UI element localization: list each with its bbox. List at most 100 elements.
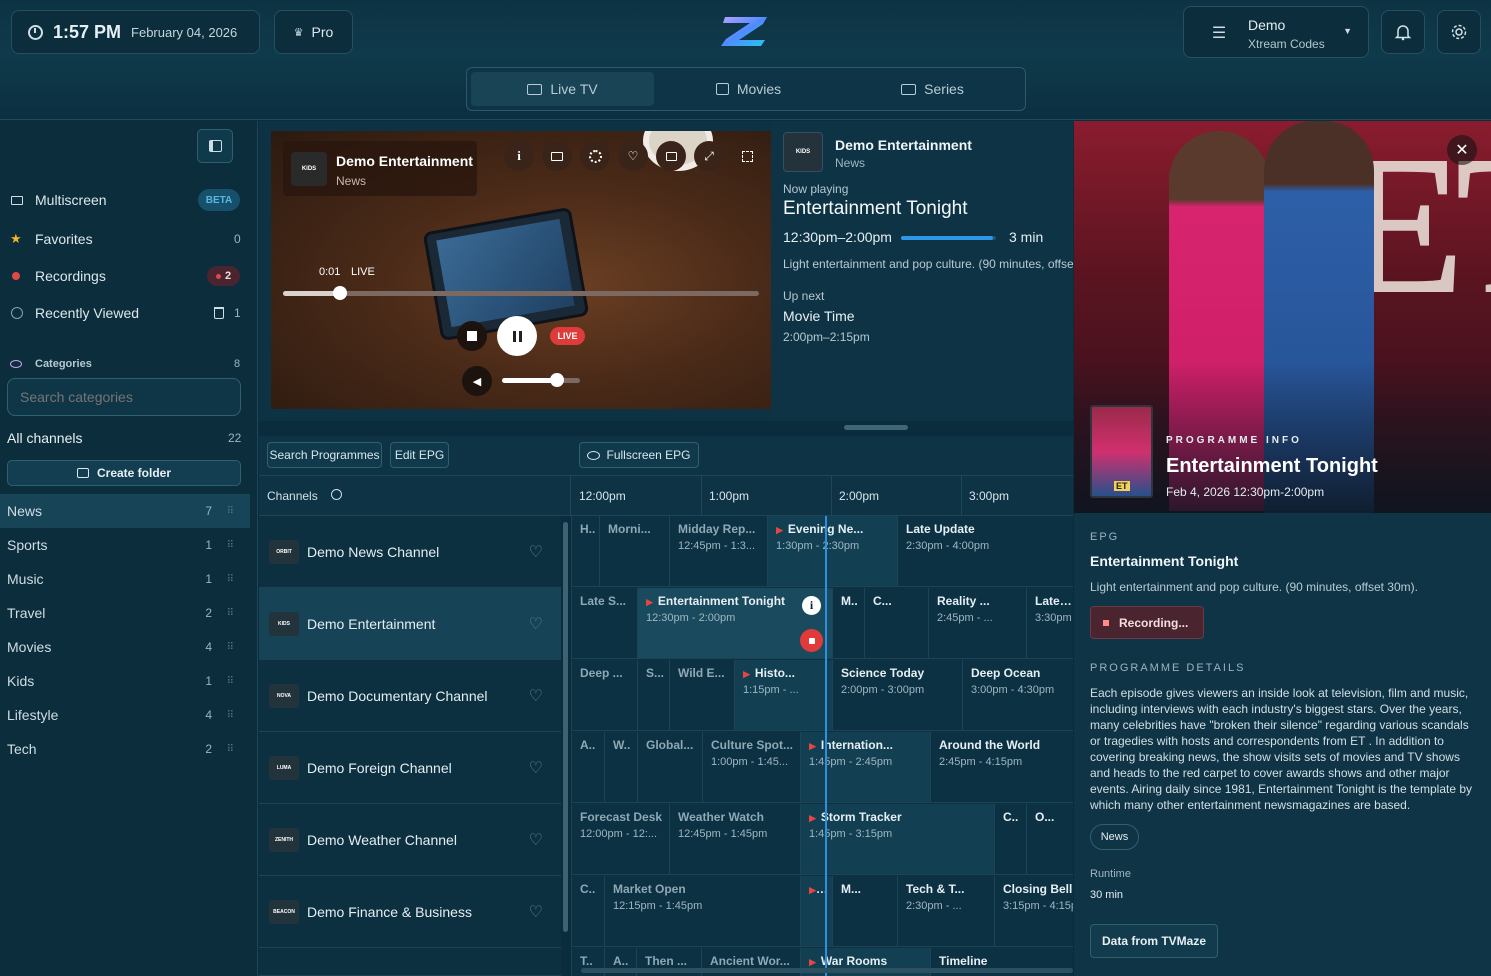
sidebar-category-news[interactable]: News 7 ⠿ xyxy=(0,494,250,528)
drag-handle-icon[interactable]: ⠿ xyxy=(227,608,234,619)
programme-cell[interactable]: Deep ... xyxy=(571,660,637,731)
drag-handle-icon[interactable]: ⠿ xyxy=(227,574,234,585)
programme-cell[interactable]: C.. xyxy=(571,876,604,947)
search-programmes-button[interactable]: Search Programmes xyxy=(267,442,382,468)
pause-button[interactable] xyxy=(497,316,537,356)
sidebar-item-recordings[interactable]: Recordings 2 xyxy=(0,259,250,293)
drag-handle-icon[interactable]: ⠿ xyxy=(227,710,234,721)
trash-icon[interactable] xyxy=(214,307,224,319)
video-player[interactable]: KIDS Demo Entertainment News i ♡ ⤢ 0:01 … xyxy=(271,131,771,409)
programme-cell[interactable]: A.. xyxy=(571,732,604,803)
sidebar-item-recently-viewed[interactable]: Recently Viewed 1 xyxy=(0,296,250,330)
genre-chip[interactable]: News xyxy=(1090,824,1139,850)
pip-button[interactable] xyxy=(656,141,686,171)
tab-live-tv[interactable]: Live TV xyxy=(471,72,654,106)
category-search-input[interactable] xyxy=(7,378,241,416)
volume-thumb[interactable] xyxy=(549,373,564,387)
tvmaze-button[interactable]: Data from TVMaze xyxy=(1090,924,1218,958)
drag-handle-icon[interactable]: ⠿ xyxy=(227,744,234,755)
player-settings-button[interactable] xyxy=(580,141,610,171)
search-icon[interactable] xyxy=(331,489,342,500)
programme-cell[interactable]: ▶ Evening Ne... 1:30pm - 2:30pm xyxy=(767,516,897,587)
programme-cell[interactable]: M.. xyxy=(832,588,864,659)
mute-button[interactable]: ◀ xyxy=(462,366,492,396)
programme-cell[interactable]: Forecast Desk 12:00pm - 12:... xyxy=(571,804,669,875)
programme-cell[interactable]: Tech & T... 2:30pm - ... xyxy=(897,876,994,947)
programme-cell[interactable]: Science Today 2:00pm - 3:00pm xyxy=(832,660,962,731)
programme-cell[interactable]: Global... xyxy=(637,732,702,803)
programme-cell[interactable]: C.. xyxy=(994,804,1026,875)
volume-slider[interactable] xyxy=(502,373,580,387)
programme-cell[interactable]: Culture Spot... 1:00pm - 1:45... xyxy=(702,732,800,803)
favorite-button[interactable]: ♡ xyxy=(618,141,648,171)
sidebar-item-multiscreen[interactable]: Multiscreen BETA xyxy=(0,183,250,217)
stop-button[interactable] xyxy=(457,321,487,351)
resize-handle[interactable] xyxy=(844,425,908,430)
heart-icon[interactable]: ♡ xyxy=(529,542,543,562)
create-folder-button[interactable]: Create folder xyxy=(7,460,241,486)
channels-scrollbar[interactable] xyxy=(563,522,568,932)
programme-cell[interactable]: Closing Bell 3:15pm - 4:15p xyxy=(994,876,1073,947)
tab-series[interactable]: Series xyxy=(841,72,1024,106)
edit-epg-button[interactable]: Edit EPG xyxy=(390,442,449,468)
programme-cell[interactable]: H.. xyxy=(571,516,599,587)
programme-cell[interactable]: Deep Ocean 3:00pm - 4:30pm xyxy=(962,660,1073,731)
seek-bar-thumb[interactable] xyxy=(333,286,348,300)
aspect-button[interactable] xyxy=(542,141,572,171)
collapse-sidebar-button[interactable] xyxy=(197,129,233,163)
seek-bar[interactable] xyxy=(283,286,759,300)
programme-cell[interactable]: C... xyxy=(864,588,928,659)
programme-cell[interactable]: ▶ Histo... 1:15pm - ... xyxy=(734,660,832,731)
channel-row[interactable] xyxy=(259,948,561,976)
profile-switcher[interactable]: ☰ Demo Xtream Codes ▼ xyxy=(1183,6,1369,58)
channel-row[interactable]: ORBIT Demo News Channel ♡ xyxy=(259,516,561,588)
programme-cell[interactable]: Weather Watch 12:45pm - 1:45pm xyxy=(669,804,800,875)
programme-cell[interactable]: Around the World 2:45pm - 4:15pm xyxy=(930,732,1073,803)
channel-row[interactable]: ZENITH Demo Weather Channel ♡ xyxy=(259,804,561,876)
channel-row[interactable]: NOVA Demo Documentary Channel ♡ xyxy=(259,660,561,732)
programme-cell[interactable]: Market Open 12:15pm - 1:45pm xyxy=(604,876,800,947)
pro-button[interactable]: ♛ Pro xyxy=(274,10,353,54)
heart-icon[interactable]: ♡ xyxy=(529,830,543,850)
programme-cell[interactable]: Morni... xyxy=(599,516,669,587)
programme-cell[interactable]: ▶ Internation... 1:45pm - 2:45pm xyxy=(800,732,930,803)
info-icon[interactable]: i xyxy=(802,596,821,615)
programme-cell[interactable]: Late Update 2:30pm - 4:00pm xyxy=(897,516,1073,587)
programme-cell[interactable]: M... xyxy=(832,876,897,947)
drag-handle-icon[interactable]: ⠿ xyxy=(227,676,234,687)
sidebar-category-movies[interactable]: Movies 4 ⠿ xyxy=(0,630,250,664)
channel-row[interactable]: KIDS Demo Entertainment ♡ xyxy=(259,588,561,660)
programme-cell[interactable]: Late Sh 3:30pm xyxy=(1026,588,1073,659)
sidebar-category-travel[interactable]: Travel 2 ⠿ xyxy=(0,596,250,630)
drag-handle-icon[interactable]: ⠿ xyxy=(227,642,234,653)
sidebar-category-sports[interactable]: Sports 1 ⠿ xyxy=(0,528,250,562)
settings-button[interactable] xyxy=(1437,10,1481,54)
heart-icon[interactable]: ♡ xyxy=(529,614,543,634)
close-button[interactable]: ✕ xyxy=(1447,135,1477,165)
recording-button[interactable]: Recording... xyxy=(1090,606,1204,639)
programme-cell[interactable]: W.. xyxy=(604,732,637,803)
programme-cell[interactable]: Late S... xyxy=(571,588,637,659)
sidebar-category-lifestyle[interactable]: Lifestyle 4 ⠿ xyxy=(0,698,250,732)
drag-handle-icon[interactable]: ⠿ xyxy=(227,540,234,551)
heart-icon[interactable]: ♡ xyxy=(529,758,543,778)
programme-cell[interactable]: ▶ Storm Tracker 1:45pm - 3:15pm xyxy=(800,804,994,875)
programme-cell[interactable]: Reality ... 2:45pm - ... xyxy=(928,588,1026,659)
epg-horizontal-scrollbar[interactable] xyxy=(581,968,1073,973)
programme-cell[interactable]: Midday Rep... 12:45pm - 1:3... xyxy=(669,516,767,587)
record-icon[interactable] xyxy=(800,629,823,652)
sidebar-category-kids[interactable]: Kids 1 ⠿ xyxy=(0,664,250,698)
channel-row[interactable]: LUMA Demo Foreign Channel ♡ xyxy=(259,732,561,804)
drag-handle-icon[interactable]: ⠿ xyxy=(227,506,234,517)
programme-cell[interactable]: ▶B.. xyxy=(800,876,832,947)
channel-row[interactable]: BEACON Demo Finance & Business ♡ xyxy=(259,876,561,948)
programme-cell[interactable]: Wild E... xyxy=(669,660,734,731)
sidebar-item-favorites[interactable]: ★ Favorites 0 xyxy=(0,222,250,256)
tab-movies[interactable]: Movies xyxy=(657,72,840,106)
sidebar-category-music[interactable]: Music 1 ⠿ xyxy=(0,562,250,596)
all-channels-item[interactable]: All channels 22 xyxy=(0,421,250,455)
fullscreen-epg-button[interactable]: Fullscreen EPG xyxy=(579,442,699,468)
sidebar-category-tech[interactable]: Tech 2 ⠿ xyxy=(0,732,250,766)
expand-button[interactable]: ⤢ xyxy=(694,141,724,171)
heart-icon[interactable]: ♡ xyxy=(529,902,543,922)
